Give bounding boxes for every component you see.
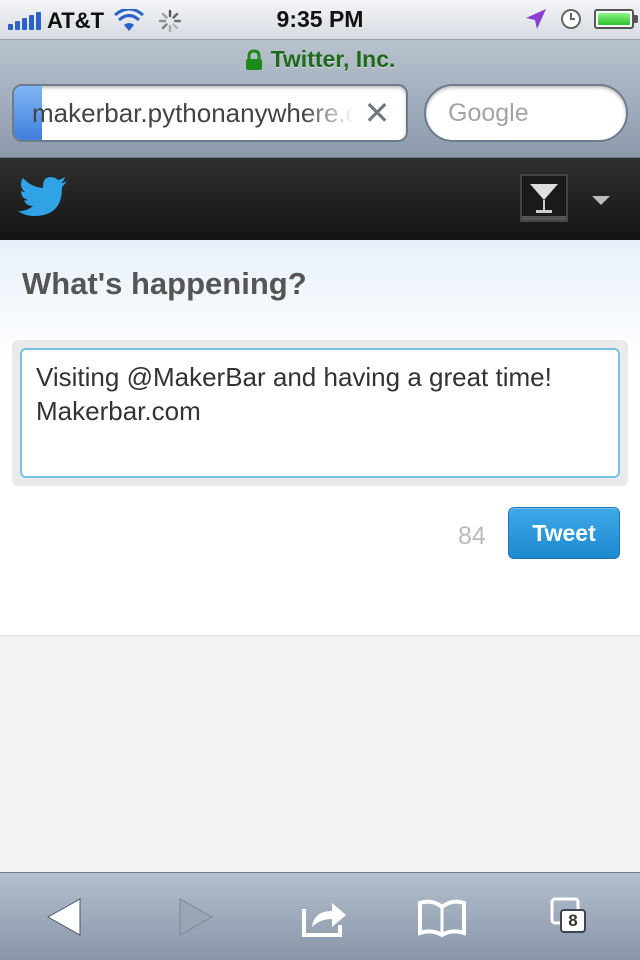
tweet-button[interactable]: Tweet [508, 507, 620, 559]
avatar[interactable] [520, 174, 568, 222]
tweet-text-line-1: Visiting @MakerBar and having a great ti… [36, 362, 552, 392]
forward-arrow-icon[interactable] [170, 895, 218, 939]
compose-panel: What's happening? Visiting @MakerBar and… [0, 240, 640, 636]
twitter-bird-icon[interactable] [18, 176, 68, 218]
character-counter: 84 [458, 522, 486, 550]
twitter-header [0, 158, 640, 240]
tab-count-badge: 8 [560, 909, 586, 933]
search-input[interactable] [426, 86, 626, 140]
bookmarks-icon[interactable] [418, 895, 466, 939]
tweet-textarea[interactable]: Visiting @MakerBar and having a great ti… [20, 348, 620, 478]
url-text[interactable]: makerbar.pythonanywhere.com [14, 98, 354, 129]
share-icon[interactable] [300, 895, 348, 939]
status-bar: AT&T 9:35 PM [0, 0, 640, 40]
martini-glass-icon [522, 176, 566, 220]
tabs-button[interactable]: 8 [548, 895, 596, 939]
browser-chrome: Twitter, Inc. makerbar.pythonanywhere.co… [0, 40, 640, 158]
lock-icon [245, 48, 262, 70]
location-arrow-icon [526, 9, 546, 29]
battery-icon [594, 9, 638, 29]
address-bar[interactable]: makerbar.pythonanywhere.com ✕ [12, 84, 408, 142]
alarm-clock-icon [561, 9, 581, 29]
page-title-text: Twitter, Inc. [270, 46, 396, 72]
tweet-input-wrapper: Visiting @MakerBar and having a great ti… [12, 340, 628, 486]
page-title: Twitter, Inc. [0, 46, 640, 73]
account-menu-caret-icon[interactable] [592, 196, 610, 205]
browser-toolbar: 8 [0, 872, 640, 960]
back-arrow-icon[interactable] [42, 895, 90, 939]
clear-url-icon[interactable]: ✕ [360, 96, 394, 130]
search-bar[interactable] [424, 84, 628, 142]
compose-heading: What's happening? [22, 266, 307, 301]
tweet-text-line-2: Makerbar.com [36, 396, 201, 426]
